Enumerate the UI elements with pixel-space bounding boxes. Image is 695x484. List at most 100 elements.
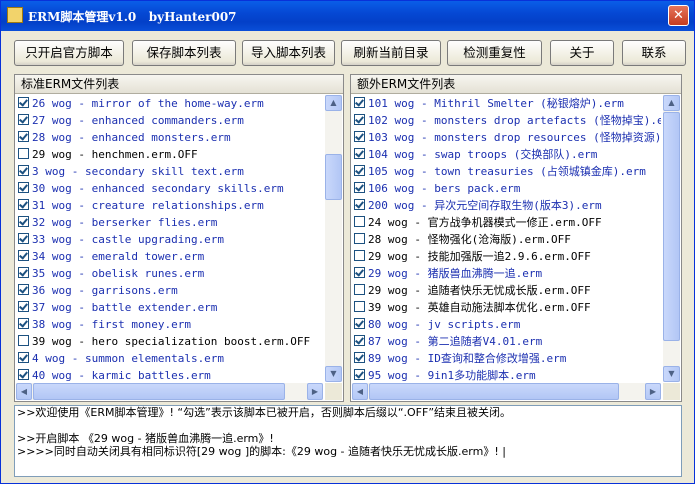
checkbox[interactable] <box>18 233 29 244</box>
list-item[interactable]: 95 wog - 9in1多功能脚本.erm <box>354 367 661 382</box>
extra-erm-list[interactable]: 101 wog - Mithril Smelter (秘银熔炉).erm 102 … <box>354 95 661 382</box>
checkbox[interactable] <box>18 114 29 125</box>
list-item[interactable]: 36 wog - garrisons.erm <box>18 282 323 299</box>
list-item[interactable]: 24 wog - 官方战争机器模式一修正.erm.OFF <box>354 214 661 231</box>
right-vertical-scrollbar[interactable]: ▲ ▼ <box>663 95 680 382</box>
checkbox[interactable] <box>18 352 29 363</box>
list-item[interactable]: 103 wog - monsters drop resources (怪物掉资源… <box>354 129 661 146</box>
log-output[interactable]: >>欢迎使用《ERM脚本管理》! “勾选”表示该脚本已被开启，否则脚本后缀以“.… <box>14 405 682 477</box>
list-item[interactable]: 29 wog - 追随者快乐无忧成长版.erm.OFF <box>354 282 661 299</box>
checkbox[interactable] <box>354 284 365 295</box>
checkbox[interactable] <box>354 97 365 108</box>
checkbox[interactable] <box>354 216 365 227</box>
list-item[interactable]: 37 wog - battle extender.erm <box>18 299 323 316</box>
scroll-down-icon[interactable]: ▼ <box>663 366 680 382</box>
checkbox[interactable] <box>18 131 29 142</box>
checkbox[interactable] <box>18 284 29 295</box>
checkbox[interactable] <box>18 165 29 176</box>
checkbox[interactable] <box>354 318 365 329</box>
left-horizontal-scrollbar[interactable]: ◀ ▶ <box>16 383 323 400</box>
list-item[interactable]: 29 wog - 猪版兽血沸腾一追.erm <box>354 265 661 282</box>
import-script-list-button[interactable]: 导入脚本列表 <box>242 40 335 66</box>
check-duplicates-button[interactable]: 检测重复性 <box>447 40 542 66</box>
list-item[interactable]: 28 wog - enhanced monsters.erm <box>18 129 323 146</box>
checkbox[interactable] <box>354 131 365 142</box>
list-item[interactable]: 40 wog - karmic battles.erm <box>18 367 323 382</box>
list-item[interactable]: 89 wog - ID查询和整合修改增强.erm <box>354 350 661 367</box>
left-hscroll-thumb[interactable] <box>33 383 285 400</box>
checkbox[interactable] <box>18 250 29 261</box>
list-item[interactable]: 34 wog - emerald tower.erm <box>18 248 323 265</box>
list-item[interactable]: 102 wog - monsters drop artefacts (怪物掉宝)… <box>354 112 661 129</box>
scroll-left-icon[interactable]: ◀ <box>352 383 368 400</box>
list-item[interactable]: 29 wog - henchmen.erm.OFF <box>18 146 323 163</box>
right-scroll-thumb[interactable] <box>663 112 680 341</box>
checkbox[interactable] <box>18 148 29 159</box>
checkbox[interactable] <box>354 352 365 363</box>
checkbox[interactable] <box>354 114 365 125</box>
script-filename: 36 wog - garrisons.erm <box>32 284 178 297</box>
list-item[interactable]: 4 wog - summon elementals.erm <box>18 350 323 367</box>
checkbox[interactable] <box>354 165 365 176</box>
checkbox[interactable] <box>354 148 365 159</box>
list-item[interactable]: 105 wog - town treasuries (占领城镇金库).erm <box>354 163 661 180</box>
checkbox[interactable] <box>354 369 365 380</box>
list-item[interactable]: 3 wog - secondary skill text.erm <box>18 163 323 180</box>
list-item[interactable]: 39 wog - 英雄自动施法脚本优化.erm.OFF <box>354 299 661 316</box>
list-item[interactable]: 26 wog - mirror of the home-way.erm <box>18 95 323 112</box>
checkbox[interactable] <box>18 199 29 210</box>
standard-erm-list[interactable]: 26 wog - mirror of the home-way.erm 27 wo… <box>18 95 323 382</box>
right-hscroll-thumb[interactable] <box>369 383 619 400</box>
title-bar[interactable]: ERM脚本管理v1.0 byHanter007 ✕ <box>1 1 694 31</box>
checkbox[interactable] <box>354 182 365 193</box>
list-item[interactable]: 104 wog - swap troops (交换部队).erm <box>354 146 661 163</box>
checkbox[interactable] <box>354 335 365 346</box>
refresh-directory-button[interactable]: 刷新当前目录 <box>341 40 441 66</box>
left-scroll-thumb[interactable] <box>325 154 342 200</box>
list-item[interactable]: 28 wog - 怪物强化(沧海版).erm.OFF <box>354 231 661 248</box>
list-item[interactable]: 31 wog - creature relationships.erm <box>18 197 323 214</box>
list-item[interactable]: 80 wog - jv scripts.erm <box>354 316 661 333</box>
save-script-list-button[interactable]: 保存脚本列表 <box>132 40 236 66</box>
checkbox[interactable] <box>18 97 29 108</box>
scroll-right-icon[interactable]: ▶ <box>645 383 661 400</box>
checkbox[interactable] <box>354 233 365 244</box>
checkbox[interactable] <box>18 318 29 329</box>
left-vertical-scrollbar[interactable]: ▲ ▼ <box>325 95 342 382</box>
list-item[interactable]: 32 wog - berserker flies.erm <box>18 214 323 231</box>
scroll-left-icon[interactable]: ◀ <box>16 383 32 400</box>
list-item[interactable]: 30 wog - enhanced secondary skills.erm <box>18 180 323 197</box>
close-button[interactable]: ✕ <box>668 5 689 26</box>
checkbox[interactable] <box>354 301 365 312</box>
checkbox[interactable] <box>18 369 29 380</box>
checkbox[interactable] <box>18 267 29 278</box>
scroll-up-icon[interactable]: ▲ <box>325 95 342 111</box>
checkbox[interactable] <box>354 199 365 210</box>
list-item[interactable]: 87 wog - 第二追随者V4.01.erm <box>354 333 661 350</box>
scroll-up-icon[interactable]: ▲ <box>663 95 680 111</box>
list-item[interactable]: 29 wog - 技能加强版一追2.9.6.erm.OFF <box>354 248 661 265</box>
right-horizontal-scrollbar[interactable]: ◀ ▶ <box>352 383 661 400</box>
about-button[interactable]: 关于 <box>550 40 614 66</box>
list-item[interactable]: 39 wog - hero specialization boost.erm.O… <box>18 333 323 350</box>
official-scripts-only-button[interactable]: 只开启官方脚本 <box>14 40 124 66</box>
script-filename: 37 wog - battle extender.erm <box>32 301 218 314</box>
list-item[interactable]: 38 wog - first money.erm <box>18 316 323 333</box>
checkbox[interactable] <box>18 182 29 193</box>
list-item[interactable]: 33 wog - castle upgrading.erm <box>18 231 323 248</box>
list-item[interactable]: 35 wog - obelisk runes.erm <box>18 265 323 282</box>
log-line: >>>>同时自动关闭具有相同标识符[29 wog ]的脚本:《29 wog - … <box>17 445 506 458</box>
list-item[interactable]: 106 wog - bers pack.erm <box>354 180 661 197</box>
checkbox[interactable] <box>354 267 365 278</box>
checkbox[interactable] <box>18 335 29 346</box>
scroll-right-icon[interactable]: ▶ <box>307 383 323 400</box>
list-item[interactable]: 200 wog - 异次元空间存取生物(版本3).erm <box>354 197 661 214</box>
checkbox[interactable] <box>354 250 365 261</box>
list-item[interactable]: 27 wog - enhanced commanders.erm <box>18 112 323 129</box>
checkbox[interactable] <box>18 216 29 227</box>
script-filename: 28 wog - 怪物强化(沧海版).erm.OFF <box>368 233 571 246</box>
list-item[interactable]: 101 wog - Mithril Smelter (秘银熔炉).erm <box>354 95 661 112</box>
scroll-down-icon[interactable]: ▼ <box>325 366 342 382</box>
checkbox[interactable] <box>18 301 29 312</box>
contact-button[interactable]: 联系 <box>622 40 686 66</box>
